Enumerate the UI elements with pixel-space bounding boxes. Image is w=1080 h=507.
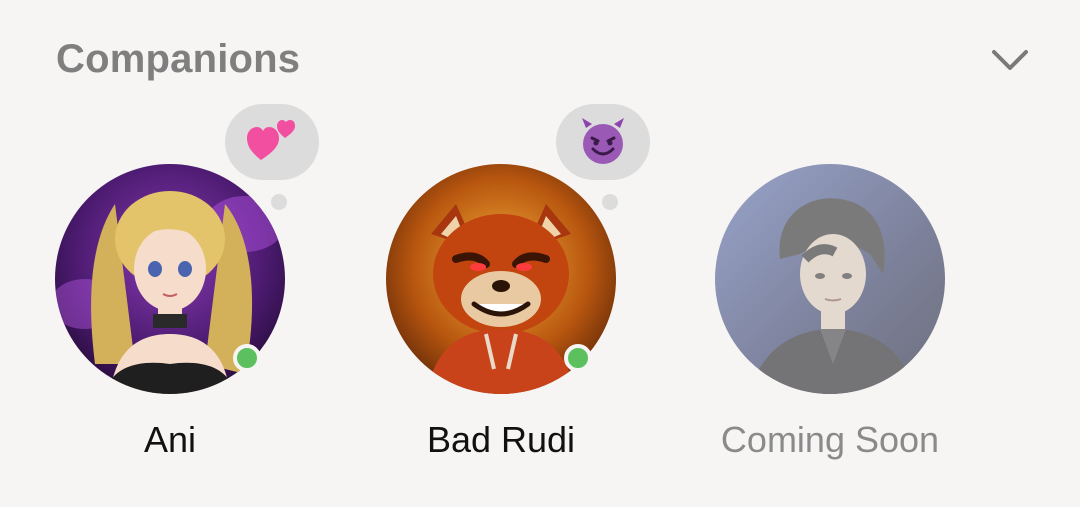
mood-bubble <box>556 104 650 210</box>
companion-name: Bad Rudi <box>426 419 576 460</box>
companion-name: Ani <box>143 419 197 460</box>
section-title: Companions <box>56 37 301 81</box>
online-status-dot <box>564 344 592 372</box>
companion-card-ani[interactable]: Ani <box>20 104 320 484</box>
companion-name: Coming Soon <box>720 419 940 460</box>
avatar-image <box>715 164 945 394</box>
smiling-devil-icon <box>582 118 624 164</box>
avatar <box>715 164 945 394</box>
collapse-button[interactable] <box>988 44 1032 76</box>
mood-bubble <box>225 104 319 210</box>
companion-card-bad-rudi[interactable]: Bad Rudi <box>351 104 651 484</box>
companion-card-coming-soon: Coming Soon <box>680 104 980 484</box>
two-hearts-icon <box>247 120 295 160</box>
online-status-dot <box>233 344 261 372</box>
chevron-down-icon <box>992 50 1028 70</box>
